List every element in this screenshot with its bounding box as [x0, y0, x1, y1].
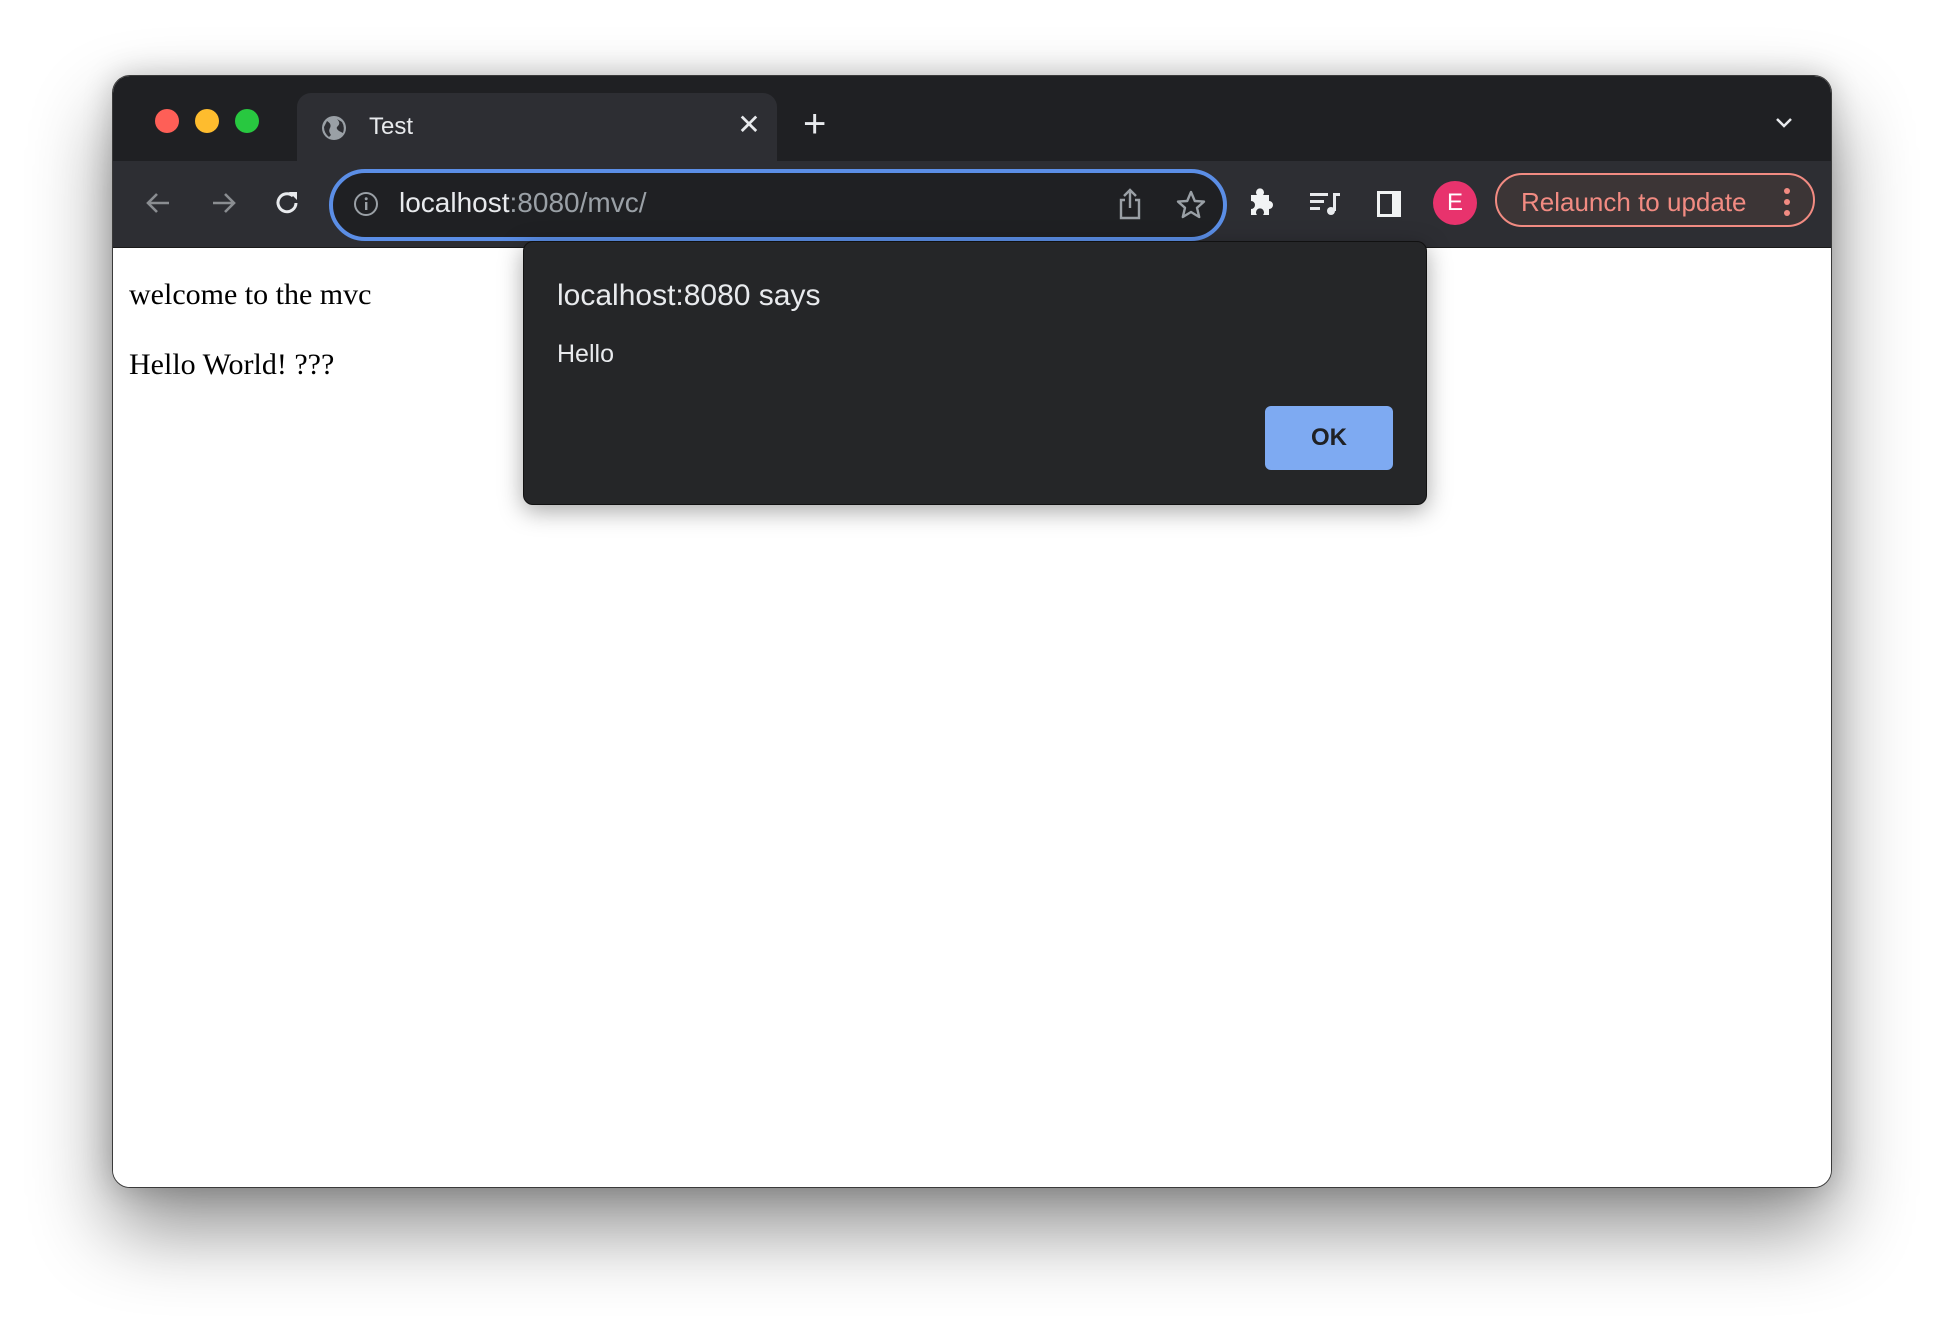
bookmark-star-icon[interactable]: [1175, 189, 1207, 221]
globe-icon: [322, 116, 346, 140]
back-arrow-icon[interactable]: [141, 185, 177, 221]
toolbar: localhost:8080/mvc/ E Relaunch to update: [113, 161, 1831, 249]
chevron-down-icon[interactable]: [1775, 114, 1793, 132]
url-path: :8080/mvc/: [509, 187, 647, 218]
browser-window: Test ✕ + localhost:8080/mvc/ E Relaunch …: [112, 75, 1832, 1188]
forward-arrow-icon[interactable]: [205, 185, 241, 221]
relaunch-to-update-button[interactable]: Relaunch to update: [1495, 173, 1815, 227]
reload-icon[interactable]: [269, 185, 305, 221]
welcome-text: welcome to the mvc: [129, 278, 372, 311]
url-text[interactable]: localhost:8080/mvc/: [399, 187, 646, 219]
tab-test[interactable]: Test ✕: [297, 93, 777, 161]
info-icon[interactable]: [353, 191, 379, 217]
close-window-button[interactable]: [155, 109, 179, 133]
side-panel-icon[interactable]: [1371, 185, 1407, 221]
maximize-window-button[interactable]: [235, 109, 259, 133]
hello-text: Hello World! ???: [129, 348, 335, 381]
alert-dialog: localhost:8080 says Hello OK: [523, 241, 1427, 505]
more-menu-icon[interactable]: [1783, 187, 1791, 217]
dialog-message: Hello: [557, 340, 614, 368]
ok-button[interactable]: OK: [1265, 406, 1393, 470]
minimize-window-button[interactable]: [195, 109, 219, 133]
tab-title: Test: [369, 113, 414, 140]
tab-close-icon[interactable]: ✕: [733, 109, 765, 141]
relaunch-label: Relaunch to update: [1521, 187, 1747, 217]
share-icon[interactable]: [1115, 187, 1145, 221]
url-host: localhost: [399, 187, 510, 218]
extensions-puzzle-icon[interactable]: [1243, 185, 1279, 221]
tab-strip: Test ✕ +: [113, 76, 1831, 161]
new-tab-button[interactable]: +: [803, 104, 826, 144]
media-controls-icon[interactable]: [1307, 185, 1343, 221]
profile-avatar[interactable]: E: [1433, 181, 1477, 225]
dialog-title: localhost:8080 says: [557, 279, 821, 312]
address-bar[interactable]: localhost:8080/mvc/: [329, 169, 1227, 241]
